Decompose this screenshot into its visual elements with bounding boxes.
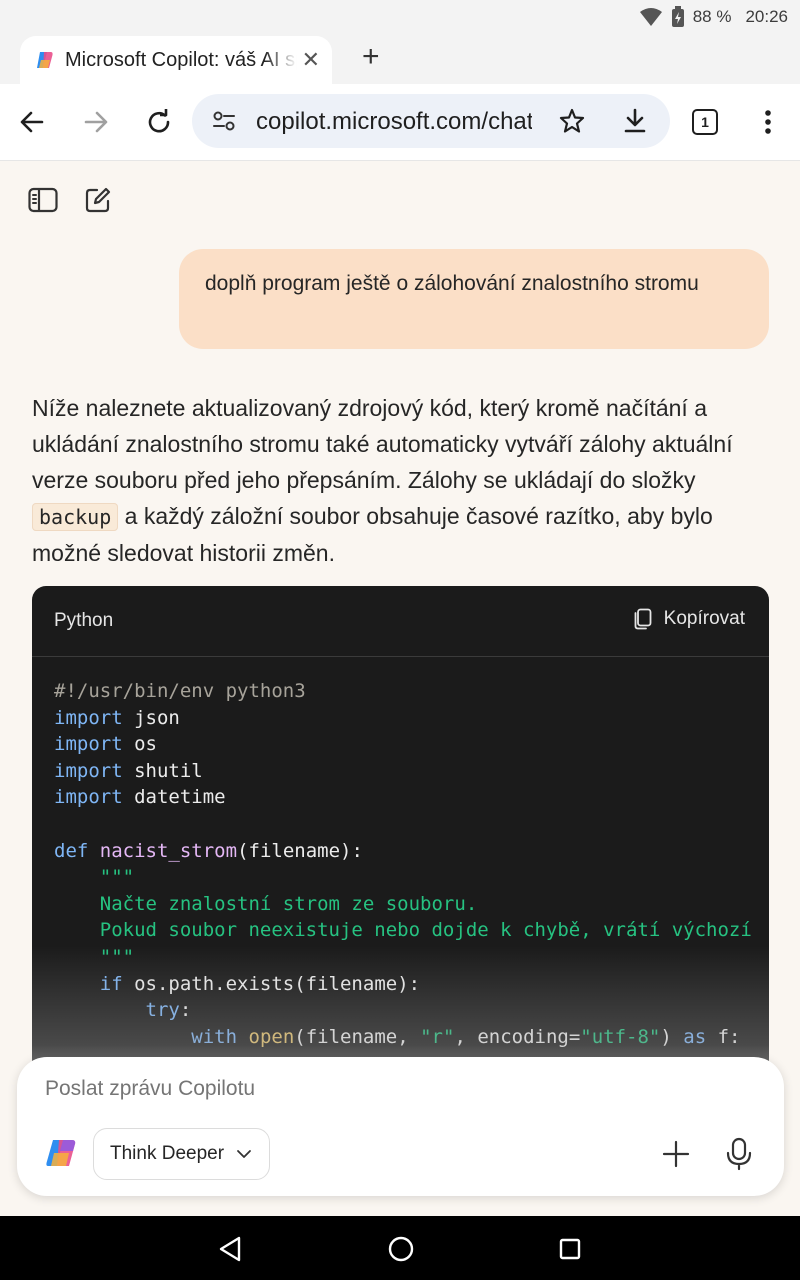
code-keyword: as bbox=[683, 1025, 707, 1048]
code-module: os bbox=[134, 733, 157, 756]
code-string: "utf-8" bbox=[580, 1025, 661, 1048]
code-docstring: Načte znalostní strom ze souboru. bbox=[99, 892, 478, 915]
nav-recents-icon[interactable] bbox=[559, 1238, 581, 1260]
code-text: , encoding= bbox=[454, 1025, 581, 1048]
copy-icon bbox=[634, 608, 652, 630]
reload-button[interactable] bbox=[143, 106, 175, 138]
clock: 20:26 bbox=[745, 7, 788, 26]
browser-menu-button[interactable] bbox=[752, 106, 784, 138]
bookmark-star-icon[interactable] bbox=[558, 107, 586, 135]
code-keyword: if bbox=[99, 972, 123, 995]
message-input[interactable] bbox=[45, 1077, 645, 1101]
forward-button[interactable] bbox=[80, 106, 112, 138]
code-text: os.path.exists(filename): bbox=[122, 972, 421, 995]
code-text: (filename, bbox=[294, 1025, 421, 1048]
code-text: : bbox=[179, 999, 192, 1022]
reload-icon bbox=[148, 109, 170, 133]
code-params: (filename): bbox=[237, 839, 363, 862]
code-keyword: import bbox=[54, 786, 123, 809]
tab-switcher-button[interactable]: 1 bbox=[689, 106, 721, 138]
think-deeper-label: Think Deeper bbox=[110, 1143, 225, 1164]
copy-code-button[interactable]: Kopírovat bbox=[634, 608, 745, 630]
code-language-label: Python bbox=[54, 610, 114, 631]
code-module: shutil bbox=[134, 759, 203, 782]
chevron-down-icon bbox=[237, 1150, 251, 1158]
new-tab-button[interactable]: + bbox=[362, 42, 380, 72]
copilot-favicon bbox=[37, 52, 53, 68]
code-keyword: import bbox=[54, 706, 123, 729]
arrow-left-icon bbox=[20, 111, 44, 133]
status-bar: 88 % 20:26 bbox=[0, 0, 800, 36]
message-composer: Think Deeper bbox=[17, 1057, 784, 1196]
code-string: "r" bbox=[420, 1025, 455, 1048]
site-settings-icon bbox=[213, 111, 235, 131]
tab-count-icon: 1 bbox=[692, 109, 718, 135]
code-module: json bbox=[134, 706, 180, 729]
address-bar[interactable]: copilot.microsoft.com/chats bbox=[192, 94, 670, 148]
user-message-bubble: doplň program ještě o zálohování znalost… bbox=[179, 249, 769, 349]
code-content: #!/usr/bin/env python3 import json impor… bbox=[54, 678, 769, 1050]
code-docstring-quote: """ bbox=[99, 866, 135, 889]
code-keyword: try bbox=[145, 999, 180, 1022]
code-block-header: Python Kopírovat bbox=[32, 586, 769, 657]
code-docstring-quote: """ bbox=[99, 945, 135, 968]
code-keyword: def bbox=[54, 839, 89, 862]
code-text: ) bbox=[660, 1025, 684, 1048]
think-deeper-button[interactable]: Think Deeper bbox=[93, 1128, 270, 1180]
url-text[interactable]: copilot.microsoft.com/chats bbox=[256, 108, 532, 136]
nav-back-icon[interactable] bbox=[218, 1236, 242, 1262]
new-chat-icon[interactable] bbox=[84, 186, 112, 214]
status-indicators: 88 % 20:26 bbox=[639, 6, 788, 28]
code-keyword: import bbox=[54, 759, 123, 782]
code-shebang: #!/usr/bin/env python3 bbox=[54, 680, 306, 702]
download-icon[interactable] bbox=[622, 107, 648, 135]
back-button[interactable] bbox=[16, 106, 48, 138]
assistant-reply: Níže naleznete aktualizovaný zdrojový kó… bbox=[32, 390, 772, 571]
tab-title: Microsoft Copilot: váš AI společník bbox=[65, 48, 297, 71]
tab-count: 1 bbox=[701, 114, 709, 130]
code-keyword: with bbox=[191, 1025, 238, 1048]
browser-toolbar: copilot.microsoft.com/chats 1 bbox=[0, 84, 800, 161]
code-block: Python Kopírovat #!/usr/bin/env python3 … bbox=[32, 586, 769, 1106]
plus-icon[interactable] bbox=[662, 1140, 690, 1168]
battery-level: 88 % bbox=[692, 7, 732, 26]
copy-label: Kopírovat bbox=[663, 608, 745, 629]
code-builtin: open bbox=[248, 1025, 295, 1048]
more-vertical-icon bbox=[765, 110, 771, 134]
copilot-logo-icon bbox=[46, 1140, 76, 1166]
microphone-icon[interactable] bbox=[725, 1137, 753, 1171]
code-docstring: Pokud soubor neexistuje nebo dojde k chy… bbox=[99, 919, 752, 942]
tab-strip: Microsoft Copilot: váš AI společník ✕ + bbox=[0, 36, 800, 84]
arrow-right-icon bbox=[84, 111, 108, 133]
browser-tab[interactable]: Microsoft Copilot: váš AI společník ✕ bbox=[20, 36, 332, 84]
reply-text-part2: a každý záložní soubor obsahuje časové r… bbox=[32, 503, 713, 566]
wifi-icon bbox=[639, 8, 662, 26]
code-module: datetime bbox=[134, 786, 226, 809]
tab-close-button[interactable]: ✕ bbox=[302, 48, 320, 72]
code-text: f: bbox=[706, 1025, 741, 1048]
battery-icon bbox=[671, 6, 684, 27]
nav-home-icon[interactable] bbox=[387, 1235, 415, 1263]
code-function-name: nacist_strom bbox=[99, 839, 238, 862]
user-message-text: doplň program ještě o zálohování znalost… bbox=[205, 272, 699, 295]
inline-code-backup: backup bbox=[32, 503, 119, 531]
system-navigation-bar bbox=[0, 1216, 800, 1280]
sidebar-toggle-icon[interactable] bbox=[28, 186, 58, 214]
code-keyword: import bbox=[54, 733, 123, 756]
reply-text-part1: Níže naleznete aktualizovaný zdrojový kó… bbox=[32, 395, 733, 493]
